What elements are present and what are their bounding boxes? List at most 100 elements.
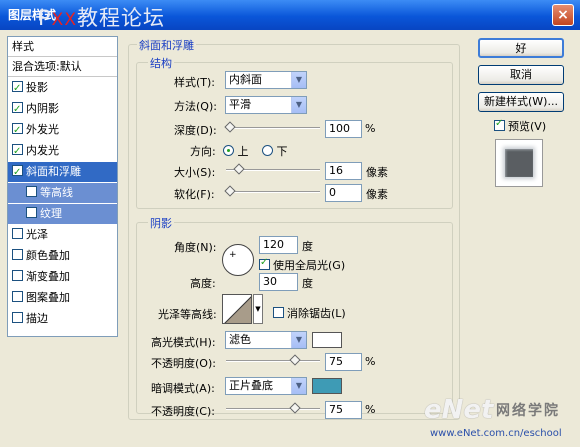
sidebar-item[interactable]: 颜色叠加: [8, 246, 117, 266]
highlight-opacity-slider[interactable]: [226, 354, 320, 366]
sidebar-item-label: 光泽: [26, 228, 48, 241]
sidebar-item[interactable]: 投影: [8, 78, 117, 99]
contour-curve-icon: [224, 296, 251, 323]
sidebar-checkbox[interactable]: [12, 312, 23, 323]
depth-input[interactable]: 100: [325, 120, 362, 138]
highlight-mode-select[interactable]: 滤色 ▼: [225, 331, 307, 349]
preview-swatch: [505, 149, 533, 177]
sidebar-item[interactable]: 渐变叠加: [8, 267, 117, 287]
new-style-button[interactable]: 新建样式(W)...: [478, 92, 564, 112]
sidebar-item[interactable]: 光泽: [8, 225, 117, 245]
sidebar-item-label: 样式: [12, 40, 34, 53]
angle-label: 角度(N):: [174, 241, 217, 254]
shadow-opacity-input[interactable]: 75: [325, 401, 362, 419]
shadow-color-swatch[interactable]: [312, 378, 342, 394]
soften-input[interactable]: 0: [325, 184, 362, 202]
sidebar-item-label: 描边: [26, 312, 48, 325]
sidebar-item-label: 颜色叠加: [26, 249, 70, 262]
highlight-opacity-unit: %: [365, 355, 376, 368]
cancel-button[interactable]: 取消: [478, 65, 564, 85]
style-preview: [495, 139, 543, 187]
sidebar-item[interactable]: 内发光: [8, 141, 117, 162]
sidebar-item[interactable]: 描边: [8, 309, 117, 329]
sidebar-item-label: 内阴影: [26, 102, 59, 115]
style-label: 样式(T):: [174, 76, 216, 89]
ok-button[interactable]: 好: [478, 38, 564, 58]
sidebar-checkbox[interactable]: [12, 291, 23, 302]
global-light-checkbox[interactable]: [259, 257, 270, 270]
contour-dropdown-arrow[interactable]: ▼: [253, 294, 263, 324]
shadow-opacity-unit: %: [365, 403, 376, 416]
size-input[interactable]: 16: [325, 162, 362, 180]
sidebar-item-label: 纹理: [40, 207, 62, 220]
shadow-opacity-slider[interactable]: [226, 402, 320, 414]
angle-dial[interactable]: +: [222, 244, 254, 276]
sidebar-item-label: 图案叠加: [26, 291, 70, 304]
depth-unit: %: [365, 122, 376, 135]
sidebar-item[interactable]: 纹理: [8, 204, 117, 224]
size-label: 大小(S):: [174, 166, 216, 179]
angle-input[interactable]: 120: [259, 236, 298, 254]
altitude-input[interactable]: 30: [259, 273, 298, 291]
sidebar-checkbox[interactable]: [26, 186, 37, 197]
title-bar: 图层样式 PXX教程论坛 ×: [0, 0, 580, 30]
structure-title: 结构: [148, 55, 174, 71]
shadow-opacity-label: 不透明度(C):: [151, 405, 215, 418]
sidebar-item-label: 内发光: [26, 144, 59, 157]
depth-label: 深度(D):: [174, 124, 217, 137]
method-label: 方法(Q):: [174, 100, 217, 113]
anti-alias-option[interactable]: 消除锯齿(L): [273, 305, 346, 321]
size-slider[interactable]: [226, 163, 320, 175]
style-list: 样式混合选项:默认投影内阴影外发光内发光斜面和浮雕等高线纹理光泽颜色叠加渐变叠加…: [7, 36, 118, 337]
depth-slider[interactable]: [224, 121, 320, 133]
sidebar-item[interactable]: 内阴影: [8, 99, 117, 120]
global-light-option[interactable]: 使用全局光(G): [259, 257, 345, 273]
method-select[interactable]: 平滑 ▼: [225, 96, 307, 114]
sidebar-item-label: 渐变叠加: [26, 270, 70, 283]
angle-unit: 度: [302, 240, 313, 253]
sidebar-checkbox[interactable]: [12, 121, 23, 141]
sidebar-item-label: 等高线: [40, 186, 73, 199]
sidebar-item[interactable]: 图案叠加: [8, 288, 117, 308]
sidebar-item[interactable]: 样式: [8, 37, 117, 57]
altitude-label: 高度:: [190, 277, 216, 290]
sidebar-item-label: 混合选项:默认: [12, 60, 82, 73]
chevron-down-icon: ▼: [291, 97, 306, 113]
soften-label: 软化(F):: [174, 188, 215, 201]
shadow-mode-label: 暗调模式(A):: [151, 382, 215, 395]
watermark-chars: 网络学院: [496, 403, 560, 419]
sidebar-checkbox[interactable]: [12, 142, 23, 162]
preview-option[interactable]: 预览(V): [494, 118, 546, 134]
sidebar-checkbox[interactable]: [12, 79, 23, 99]
anti-alias-checkbox[interactable]: [273, 307, 284, 318]
gloss-contour-label: 光泽等高线:: [158, 308, 217, 321]
highlight-color-swatch[interactable]: [312, 332, 342, 348]
size-unit: 像素: [366, 166, 388, 179]
direction-up-option[interactable]: 上: [223, 143, 249, 159]
sidebar-item[interactable]: 混合选项:默认: [8, 57, 117, 77]
direction-up-radio[interactable]: [223, 145, 234, 156]
bevel-emboss-title: 斜面和浮雕: [137, 37, 196, 53]
close-button[interactable]: ×: [552, 4, 574, 26]
crosshair-icon: +: [229, 250, 237, 260]
sidebar-item[interactable]: 外发光: [8, 120, 117, 141]
preview-checkbox[interactable]: [494, 118, 505, 131]
sidebar-checkbox[interactable]: [12, 163, 23, 183]
sidebar-checkbox[interactable]: [26, 207, 37, 218]
sidebar-checkbox[interactable]: [12, 270, 23, 281]
soften-slider[interactable]: [224, 185, 320, 197]
sidebar-item[interactable]: 等高线: [8, 183, 117, 203]
sidebar-checkbox[interactable]: [12, 249, 23, 260]
watermark-text: PXX教程论坛: [38, 6, 165, 30]
watermark-url: www.eNet.com.cn/eschool: [430, 428, 562, 439]
shadow-mode-select[interactable]: 正片叠底 ▼: [225, 377, 307, 395]
sidebar-item[interactable]: 斜面和浮雕: [8, 162, 117, 183]
direction-down-option[interactable]: 下: [262, 143, 288, 159]
direction-down-radio[interactable]: [262, 145, 273, 156]
sidebar-checkbox[interactable]: [12, 100, 23, 120]
chevron-down-icon: ▼: [291, 72, 306, 88]
highlight-opacity-input[interactable]: 75: [325, 353, 362, 371]
style-select[interactable]: 内斜面 ▼: [225, 71, 307, 89]
sidebar-checkbox[interactable]: [12, 228, 23, 239]
gloss-contour-preview[interactable]: [222, 294, 252, 324]
